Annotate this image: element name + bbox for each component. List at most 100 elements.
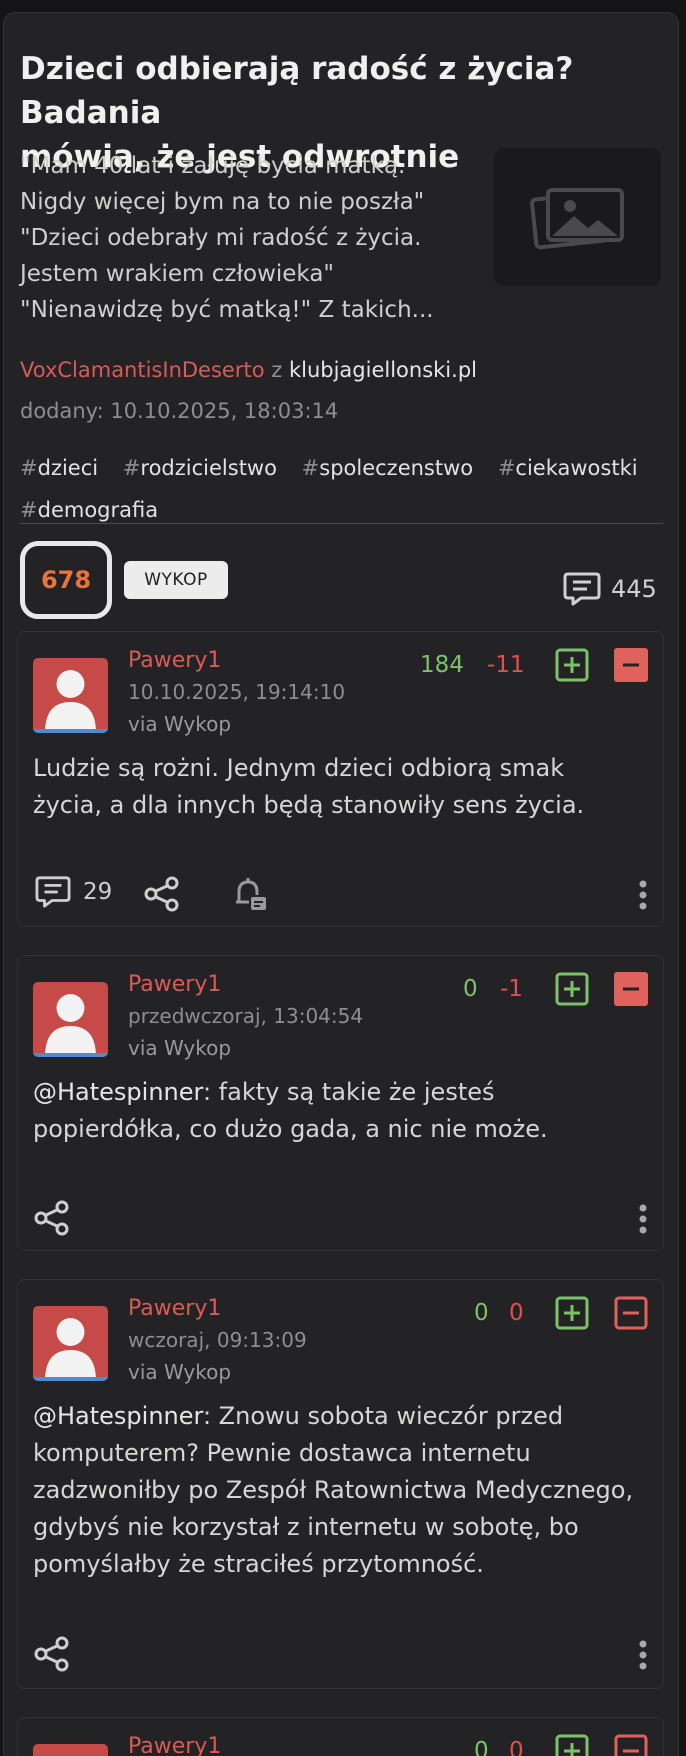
hash-symbol: # <box>301 456 320 480</box>
comment-text-line: : fakty są takie że jesteś <box>202 1078 495 1106</box>
comment-author[interactable]: Pawery1 <box>128 972 221 997</box>
tag-link[interactable]: #dzieci <box>20 447 98 489</box>
comment-author[interactable]: Pawery1 <box>128 648 221 673</box>
comment-card: Pawery1 przedwczoraj, 13:04:54 via Wykop… <box>17 955 664 1251</box>
minus-vote-icon[interactable] <box>614 648 648 682</box>
tag-label: demografia <box>37 498 159 522</box>
user-mention[interactable]: @Hatespinner <box>33 1078 203 1106</box>
divider <box>20 523 663 524</box>
comment-footer <box>33 1635 648 1675</box>
comment-text-line: zadzwoniłby po Zespół Ratownictwa Medycz… <box>33 1476 634 1504</box>
tag-label: ciekawostki <box>515 456 638 480</box>
comment-plus-count: 0 <box>463 976 478 1002</box>
comment-text: Ludzie są rożni. Jednym dzieci odbiorą s… <box>33 750 648 824</box>
comment-text-line: Ludzie są rożni. Jednym dzieci odbiorą s… <box>33 754 565 782</box>
comment-text-line: popierdółka, co dużo gada, a nic nie moż… <box>33 1115 548 1143</box>
comment-via: via Wykop <box>128 712 232 736</box>
more-vertical-icon[interactable] <box>638 1203 648 1235</box>
from-word: z <box>271 358 283 382</box>
comment-text-line: życia, a dla innych będą stanowiły sens … <box>33 791 585 819</box>
comments-icon <box>563 572 601 606</box>
comment-card: Pawery1 wczoraj, 09:13:09 via Wykop 0 0 … <box>17 1279 664 1689</box>
share-icon[interactable] <box>143 875 181 913</box>
avatar[interactable] <box>33 982 108 1057</box>
comment-minus-count: -1 <box>500 976 523 1002</box>
source-domain-link[interactable]: klubjagiellonski.pl <box>289 358 477 382</box>
hash-symbol: # <box>20 456 38 480</box>
comment-text: @Hatespinner: fakty są takie że jesteś p… <box>33 1074 648 1148</box>
tag-label: rodzicielstwo <box>140 456 277 480</box>
comments-count-link[interactable]: 445 <box>561 571 657 607</box>
excerpt-line: Jestem wrakiem człowieka" <box>20 261 335 287</box>
avatar-icon <box>45 1318 96 1377</box>
avatar-icon <box>33 1744 108 1756</box>
article-excerpt: "Mam 40 lat i żałuję bycia matką. Nigdy … <box>20 148 440 328</box>
avatar-icon <box>45 994 96 1053</box>
comment-card: Pawery1 10.10.2025, 19:14:10 via Wykop 1… <box>17 631 664 927</box>
comments-icon <box>35 876 71 908</box>
more-vertical-icon[interactable] <box>638 1639 648 1671</box>
comment-via: via Wykop <box>128 1360 232 1384</box>
replies-link[interactable]: 29 <box>33 875 112 909</box>
plus-vote-icon[interactable] <box>555 972 589 1006</box>
image-placeholder-icon <box>529 188 624 250</box>
comment-minus-count: -11 <box>487 652 525 678</box>
plus-vote-icon[interactable] <box>555 1734 589 1756</box>
comment-date: przedwczoraj, 13:04:54 <box>128 1004 364 1028</box>
minus-vote-icon[interactable] <box>614 1734 648 1756</box>
article-thumbnail[interactable] <box>494 148 661 286</box>
tag-link[interactable]: #ciekawostki <box>498 447 638 489</box>
avatar-icon <box>45 670 96 729</box>
comment-text-line: : Znowu sobota wieczór przed <box>202 1402 564 1430</box>
tag-label: dzieci <box>37 456 99 480</box>
comment-plus-count: 0 <box>474 1300 489 1326</box>
excerpt-line: "Mam 40 lat i żałuję bycia matką. <box>20 153 406 179</box>
added-date: dodany: 10.10.2025, 18:03:14 <box>20 399 339 423</box>
comment-date: wczoraj, 09:13:09 <box>128 1328 307 1352</box>
plus-vote-icon[interactable] <box>555 648 589 682</box>
excerpt-line: "Nienawidzę być matką!" Z takich... <box>20 297 434 323</box>
minus-vote-icon[interactable] <box>614 1296 648 1330</box>
hash-symbol: # <box>20 498 38 522</box>
article-title-line: Dzieci odbierają radość z życia? Badania <box>20 51 574 131</box>
minus-vote-icon[interactable] <box>614 972 648 1006</box>
comment-text-line: komputerem? Pewnie dostawca internetu <box>33 1439 531 1467</box>
comment-plus-count: 184 <box>420 652 464 678</box>
hash-symbol: # <box>122 456 141 480</box>
user-mention[interactable]: @Hatespinner <box>33 1402 203 1430</box>
avatar[interactable] <box>33 658 108 733</box>
comment-plus-count: 0 <box>474 1738 489 1756</box>
comment-text: @Hatespinner: Znowu sobota wieczór przed… <box>33 1398 648 1583</box>
comment-minus-count: 0 <box>509 1300 524 1326</box>
tag-link[interactable]: #demografia <box>20 489 158 531</box>
wykop-button[interactable]: WYKOP <box>124 561 228 599</box>
comment-via: via Wykop <box>128 1036 232 1060</box>
article-author-link[interactable]: VoxClamantisInDeserto <box>20 358 265 382</box>
comment-card: Pawery1 0 0 <box>17 1717 664 1756</box>
excerpt-line: "Dzieci odebrały mi radość z życia. <box>20 225 422 251</box>
hash-symbol: # <box>497 456 516 480</box>
comment-text-line: pomyślałby że straciłeś przytomność. <box>33 1550 484 1578</box>
comments-count-value: 445 <box>611 575 657 603</box>
tag-link[interactable]: #spoleczenstwo <box>302 447 473 489</box>
comment-date: 10.10.2025, 19:14:10 <box>128 680 346 704</box>
plus-vote-icon[interactable] <box>555 1296 589 1330</box>
avatar[interactable] <box>33 1744 108 1756</box>
comment-author[interactable]: Pawery1 <box>128 1296 221 1321</box>
comment-text-line: gdybyś nie korzystał z internetu w sobot… <box>33 1513 579 1541</box>
share-icon[interactable] <box>33 1199 71 1237</box>
comment-author[interactable]: Pawery1 <box>128 1734 221 1756</box>
excerpt-line: Nigdy więcej bym na to nie poszła" <box>20 189 425 215</box>
tag-label: spoleczenstwo <box>319 456 474 480</box>
article-card: Dzieci odbierają radość z życia? Badania… <box>3 12 679 1756</box>
comment-footer: 29 <box>33 875 648 915</box>
tag-list: #dzieci #rodzicielstwo #spoleczenstwo #c… <box>20 447 670 531</box>
avatar[interactable] <box>33 1306 108 1381</box>
comment-footer <box>33 1199 648 1239</box>
tag-link[interactable]: #rodzicielstwo <box>123 447 277 489</box>
share-icon[interactable] <box>33 1635 71 1673</box>
more-vertical-icon[interactable] <box>638 879 648 911</box>
comment-minus-count: 0 <box>509 1738 524 1756</box>
article-source-meta: VoxClamantisInDeserto z klubjagiellonski… <box>20 358 477 382</box>
bell-observe-icon[interactable] <box>231 875 269 913</box>
